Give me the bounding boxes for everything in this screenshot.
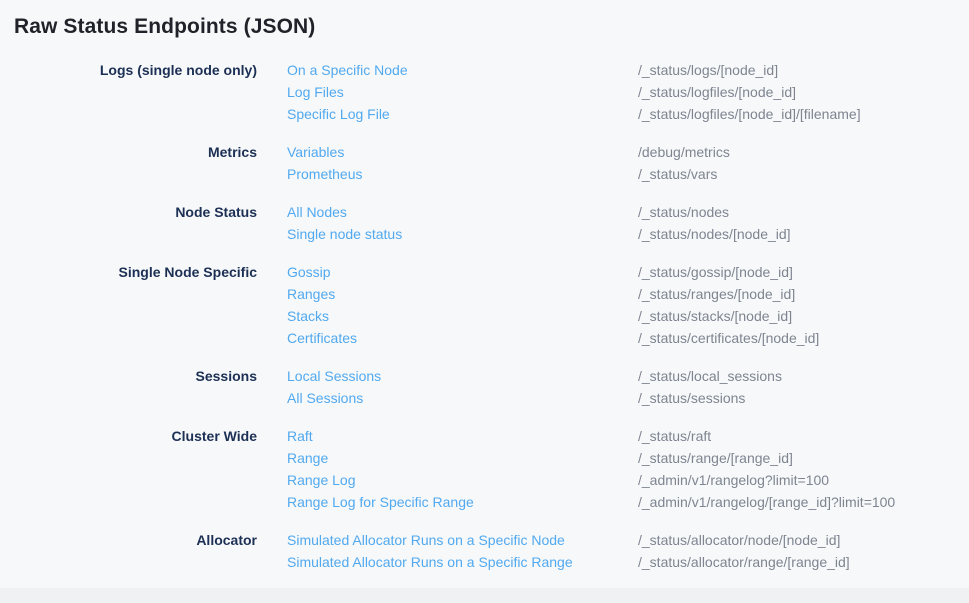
endpoint-link[interactable]: Range Log for Specific Range xyxy=(287,491,474,513)
endpoint-path: /_status/raft xyxy=(638,425,969,447)
endpoint-link[interactable]: Range xyxy=(287,447,328,469)
endpoint-path: /_status/logs/[node_id] xyxy=(638,59,969,81)
endpoint-path: /_status/local_sessions xyxy=(638,365,969,387)
endpoint-path: /_status/allocator/node/[node_id] xyxy=(638,529,969,551)
endpoints-list: Logs (single node only) On a Specific Nod… xyxy=(0,59,969,573)
footer-band xyxy=(0,588,969,603)
section-links-column: On a Specific NodeLog FilesSpecific Log … xyxy=(287,59,608,125)
endpoint-link[interactable]: Range Log xyxy=(287,469,356,491)
endpoint-link[interactable]: Specific Log File xyxy=(287,103,390,125)
endpoint-section: Cluster Wide RaftRangeRange LogRange Log … xyxy=(0,425,969,513)
endpoint-path: /_status/sessions xyxy=(638,387,969,409)
endpoint-path: /_status/vars xyxy=(638,163,969,185)
endpoint-path: /_status/logfiles/[node_id]/[filename] xyxy=(638,103,969,125)
section-links-column: RaftRangeRange LogRange Log for Specific… xyxy=(287,425,608,513)
endpoint-link[interactable]: Single node status xyxy=(287,223,402,245)
section-links-column: Simulated Allocator Runs on a Specific N… xyxy=(287,529,608,573)
endpoint-link[interactable]: Ranges xyxy=(287,283,335,305)
endpoint-section: Node Status All NodesSingle node status /_… xyxy=(0,201,969,245)
endpoint-link[interactable]: On a Specific Node xyxy=(287,59,408,81)
endpoint-path: /_admin/v1/rangelog/[range_id]?limit=100 xyxy=(638,491,969,513)
endpoint-path: /_status/logfiles/[node_id] xyxy=(638,81,969,103)
section-paths-column: /_status/nodes/_status/nodes/[node_id] xyxy=(638,201,969,245)
endpoint-section: Metrics VariablesPrometheus/debug/metrics… xyxy=(0,141,969,185)
endpoint-path: /_status/range/[range_id] xyxy=(638,447,969,469)
endpoint-link[interactable]: Local Sessions xyxy=(287,365,381,387)
section-paths-column: /_status/local_sessions/_status/sessions xyxy=(638,365,969,409)
endpoint-link[interactable]: Certificates xyxy=(287,327,357,349)
section-links-column: Local SessionsAll Sessions xyxy=(287,365,608,409)
section-category-label: Sessions xyxy=(0,365,257,387)
endpoint-path: /_status/gossip/[node_id] xyxy=(638,261,969,283)
endpoint-path: /_status/allocator/range/[range_id] xyxy=(638,551,969,573)
section-category-label: Node Status xyxy=(0,201,257,223)
section-paths-column: /_status/logs/[node_id]/_status/logfiles… xyxy=(638,59,969,125)
endpoint-path: /_status/nodes/[node_id] xyxy=(638,223,969,245)
section-category-label: Single Node Specific xyxy=(0,261,257,283)
endpoint-link[interactable]: Raft xyxy=(287,425,313,447)
section-paths-column: /_status/gossip/[node_id]/_status/ranges… xyxy=(638,261,969,349)
endpoint-link[interactable]: Simulated Allocator Runs on a Specific R… xyxy=(287,551,573,573)
endpoint-link[interactable]: Prometheus xyxy=(287,163,362,185)
raw-status-endpoints-page: Raw Status Endpoints (JSON) Logs (single… xyxy=(0,0,969,603)
endpoint-path: /_status/certificates/[node_id] xyxy=(638,327,969,349)
endpoint-path: /_status/stacks/[node_id] xyxy=(638,305,969,327)
section-category-label: Cluster Wide xyxy=(0,425,257,447)
section-category-label: Allocator xyxy=(0,529,257,551)
endpoint-path: /_admin/v1/rangelog?limit=100 xyxy=(638,469,969,491)
page-title: Raw Status Endpoints (JSON) xyxy=(0,0,969,40)
endpoint-link[interactable]: All Nodes xyxy=(287,201,347,223)
endpoint-section: Logs (single node only) On a Specific Nod… xyxy=(0,59,969,125)
endpoint-path: /_status/ranges/[node_id] xyxy=(638,283,969,305)
section-category-label: Logs (single node only) xyxy=(0,59,257,81)
endpoint-link[interactable]: Stacks xyxy=(287,305,329,327)
section-paths-column: /debug/metrics/_status/vars xyxy=(638,141,969,185)
endpoint-link[interactable]: Simulated Allocator Runs on a Specific N… xyxy=(287,529,565,551)
endpoint-section: Sessions Local SessionsAll Sessions /_stat… xyxy=(0,365,969,409)
section-paths-column: /_status/allocator/node/[node_id]/_statu… xyxy=(638,529,969,573)
section-links-column: GossipRangesStacksCertificates xyxy=(287,261,608,349)
endpoint-link[interactable]: Log Files xyxy=(287,81,344,103)
section-links-column: All NodesSingle node status xyxy=(287,201,608,245)
endpoint-link[interactable]: All Sessions xyxy=(287,387,363,409)
endpoint-section: Allocator Simulated Allocator Runs on a S… xyxy=(0,529,969,573)
endpoint-section: Single Node Specific GossipRangesStacksCe… xyxy=(0,261,969,349)
endpoint-path: /_status/nodes xyxy=(638,201,969,223)
endpoint-path: /debug/metrics xyxy=(638,141,969,163)
endpoint-link[interactable]: Gossip xyxy=(287,261,331,283)
section-category-label: Metrics xyxy=(0,141,257,163)
section-paths-column: /_status/raft/_status/range/[range_id]/_… xyxy=(638,425,969,513)
endpoint-link[interactable]: Variables xyxy=(287,141,344,163)
section-links-column: VariablesPrometheus xyxy=(287,141,608,185)
